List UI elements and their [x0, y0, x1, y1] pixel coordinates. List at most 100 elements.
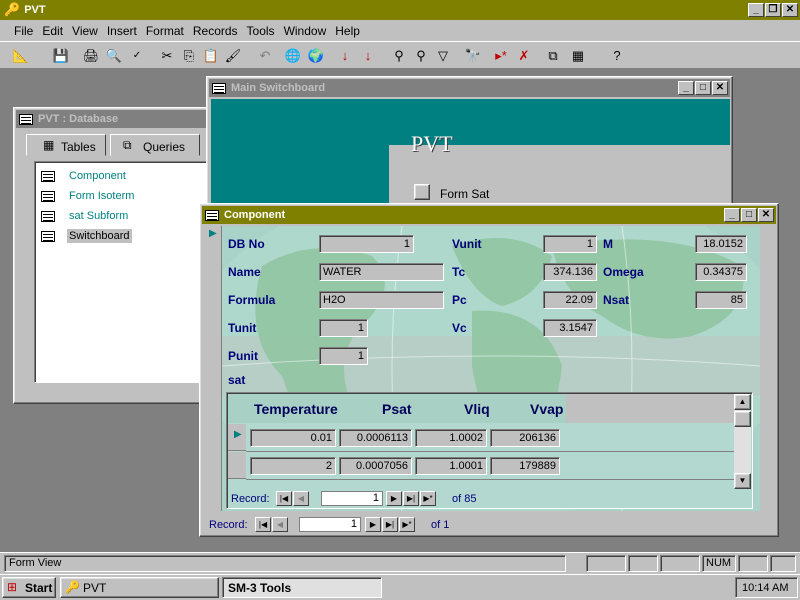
switchboard-maximize-button[interactable]: □: [695, 81, 711, 95]
component-minimize-button[interactable]: _: [724, 208, 740, 222]
undo-icon[interactable]: ↶: [254, 45, 276, 67]
subform-record-count: of 85: [452, 493, 477, 505]
record-number[interactable]: 1: [299, 517, 361, 532]
scroll-down-button[interactable]: ▼: [734, 473, 751, 489]
sort-descending-icon[interactable]: ↓: [357, 45, 379, 67]
delete-record-icon[interactable]: ✗: [513, 45, 535, 67]
component-maximize-button[interactable]: □: [741, 208, 757, 222]
object-item-label: sat Subform: [69, 210, 129, 222]
web-toolbar-icon[interactable]: 🌍: [305, 45, 327, 67]
print-preview-icon[interactable]: 🔍: [103, 45, 125, 67]
db-no-field[interactable]: 1: [319, 235, 414, 253]
task-sm3-tools[interactable]: SM-3 Tools: [222, 577, 382, 598]
print-icon[interactable]: 🖨: [80, 45, 102, 67]
object-item[interactable]: sat Subform: [41, 206, 213, 226]
subform-cell-temperature[interactable]: 2: [250, 457, 336, 475]
spelling-icon[interactable]: ✓: [126, 45, 148, 67]
restore-button[interactable]: ❐: [765, 3, 781, 17]
last-record-button[interactable]: ▶|: [382, 517, 398, 532]
subform-row-selector-2[interactable]: [228, 452, 246, 479]
formula-field[interactable]: H2O: [319, 291, 444, 309]
menu-window[interactable]: Window: [284, 24, 327, 38]
menu-file[interactable]: File: [14, 24, 33, 38]
start-button[interactable]: ⊞ Start: [2, 577, 56, 598]
filter-by-selection-icon[interactable]: ⚲: [388, 45, 410, 67]
tab-tables[interactable]: ▦ Tables: [26, 134, 106, 156]
subform-record-number[interactable]: 1: [321, 491, 383, 506]
menu-tools[interactable]: Tools: [247, 24, 275, 38]
subform-cell-psat[interactable]: 0.0007056: [339, 457, 412, 475]
find-icon[interactable]: 🔭: [462, 45, 484, 67]
nsat-field[interactable]: 85: [695, 291, 747, 309]
task-pvt[interactable]: 🔑 PVT: [60, 577, 219, 598]
filter-by-form-icon[interactable]: ⚲: [410, 45, 432, 67]
object-item[interactable]: Component: [41, 166, 213, 186]
new-record-button[interactable]: ▶*: [399, 517, 415, 532]
app-title: PVT: [24, 4, 46, 16]
subform-cell-vvap[interactable]: 179889: [490, 457, 560, 475]
subform-cell-vliq[interactable]: 1.0001: [415, 457, 487, 475]
cut-icon[interactable]: ✂: [156, 45, 178, 67]
subform-record-label: Record:: [231, 493, 270, 505]
form-sat-button[interactable]: [414, 184, 430, 200]
apply-filter-icon[interactable]: ▽: [432, 45, 454, 67]
menu-records[interactable]: Records: [193, 24, 238, 38]
design-view-icon[interactable]: 📐: [10, 45, 32, 67]
menu-view[interactable]: View: [72, 24, 98, 38]
subform-cell-vvap[interactable]: 206136: [490, 429, 560, 447]
format-painter-icon[interactable]: 🖌: [222, 45, 244, 67]
database-window-icon[interactable]: ⧉: [542, 45, 564, 67]
switchboard-title: Main Switchboard: [231, 82, 326, 94]
subform-row-selector-1[interactable]: ▶: [228, 424, 246, 451]
close-button[interactable]: ✕: [782, 3, 798, 17]
new-record-icon[interactable]: ▸*: [490, 45, 512, 67]
insert-hyperlink-icon[interactable]: 🌐: [282, 45, 304, 67]
menu-help[interactable]: Help: [335, 24, 360, 38]
tc-field[interactable]: 374.136: [543, 263, 597, 281]
subform-last-record-button[interactable]: ▶|: [403, 491, 419, 506]
record-selector[interactable]: ▶: [204, 226, 222, 511]
paste-icon[interactable]: 📋: [200, 45, 222, 67]
subform-new-record-button[interactable]: ▶*: [420, 491, 436, 506]
tunit-field[interactable]: 1: [319, 319, 368, 337]
object-item-label: Component: [69, 170, 126, 182]
omega-field[interactable]: 0.34375: [695, 263, 747, 281]
m-field[interactable]: 18.0152: [695, 235, 747, 253]
copy-icon[interactable]: ⎘: [178, 45, 200, 67]
first-record-button[interactable]: |◀: [255, 517, 271, 532]
taskbar: ⊞ Start 🔑 PVT SM-3 Tools 10:14 AM: [0, 574, 800, 600]
subform-scrollbar[interactable]: ▲ ▼: [734, 394, 751, 489]
help-icon[interactable]: ?: [606, 45, 628, 67]
component-close-button[interactable]: ✕: [758, 208, 774, 222]
subform-first-record-button[interactable]: |◀: [276, 491, 292, 506]
subform-prev-record-button[interactable]: ◀: [293, 491, 309, 506]
sort-ascending-icon[interactable]: ↓: [334, 45, 356, 67]
subform-cell-temperature[interactable]: 0.01: [250, 429, 336, 447]
switchboard-minimize-button[interactable]: _: [678, 81, 694, 95]
menu-format[interactable]: Format: [146, 24, 184, 38]
scroll-thumb[interactable]: [734, 411, 751, 427]
tab-queries[interactable]: ⧉ Queries: [110, 134, 200, 156]
minimize-button[interactable]: _: [748, 3, 764, 17]
pc-field[interactable]: 22.09: [543, 291, 597, 309]
save-icon[interactable]: 💾: [50, 45, 72, 67]
next-record-button[interactable]: ▶: [365, 517, 381, 532]
subform-cell-psat[interactable]: 0.0006113: [339, 429, 412, 447]
object-item[interactable]: Switchboard: [41, 226, 213, 246]
name-field[interactable]: WATER: [319, 263, 444, 281]
object-item[interactable]: Form Isoterm: [41, 186, 213, 206]
menu-insert[interactable]: Insert: [107, 24, 137, 38]
database-window-title: PVT : Database: [38, 113, 119, 125]
prev-record-button[interactable]: ◀: [272, 517, 288, 532]
subform-cell-vliq[interactable]: 1.0002: [415, 429, 487, 447]
subform-next-record-button[interactable]: ▶: [386, 491, 402, 506]
switchboard-close-button[interactable]: ✕: [712, 81, 728, 95]
vc-field[interactable]: 3.1547: [543, 319, 597, 337]
punit-field[interactable]: 1: [319, 347, 368, 365]
new-object-icon[interactable]: ▦: [567, 45, 589, 67]
menu-edit[interactable]: Edit: [42, 24, 63, 38]
vunit-field[interactable]: 1: [543, 235, 597, 253]
label-name: Name: [228, 265, 261, 279]
switchboard-titlebar: Main Switchboard _ □ ✕: [209, 79, 730, 97]
scroll-up-button[interactable]: ▲: [734, 394, 751, 410]
